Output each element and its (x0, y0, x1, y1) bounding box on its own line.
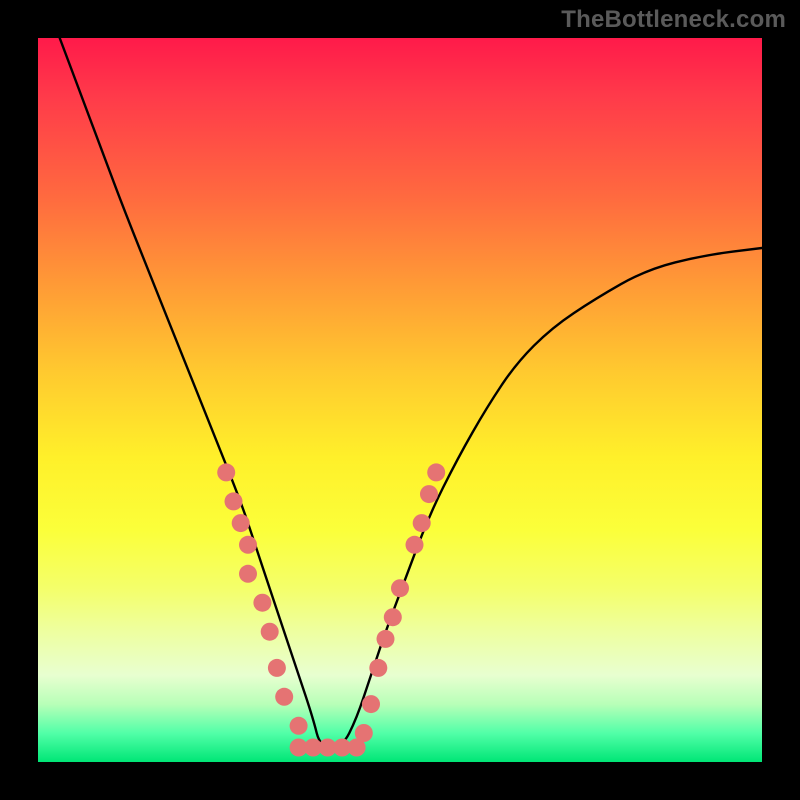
plot-area (38, 38, 762, 762)
highlight-dot (290, 717, 308, 735)
highlight-dot (275, 688, 293, 706)
highlight-dot (253, 594, 271, 612)
highlight-dot (406, 536, 424, 554)
highlight-dot (384, 608, 402, 626)
highlight-dot (377, 630, 395, 648)
chart-frame: TheBottleneck.com (0, 0, 800, 800)
watermark-text: TheBottleneck.com (561, 6, 786, 34)
highlight-dot (362, 695, 380, 713)
highlight-dot (355, 724, 373, 742)
highlight-dot (391, 579, 409, 597)
highlight-dot (232, 514, 250, 532)
highlight-dots-group (217, 463, 445, 756)
highlight-dot (268, 659, 286, 677)
highlight-dot (217, 463, 235, 481)
bottleneck-curve (60, 38, 762, 748)
highlight-dot (239, 536, 257, 554)
highlight-dot (261, 623, 279, 641)
highlight-dot (239, 565, 257, 583)
highlight-dot (420, 485, 438, 503)
chart-overlay (38, 38, 762, 762)
highlight-dot (369, 659, 387, 677)
highlight-dot (413, 514, 431, 532)
highlight-dot (225, 492, 243, 510)
highlight-dot (427, 463, 445, 481)
